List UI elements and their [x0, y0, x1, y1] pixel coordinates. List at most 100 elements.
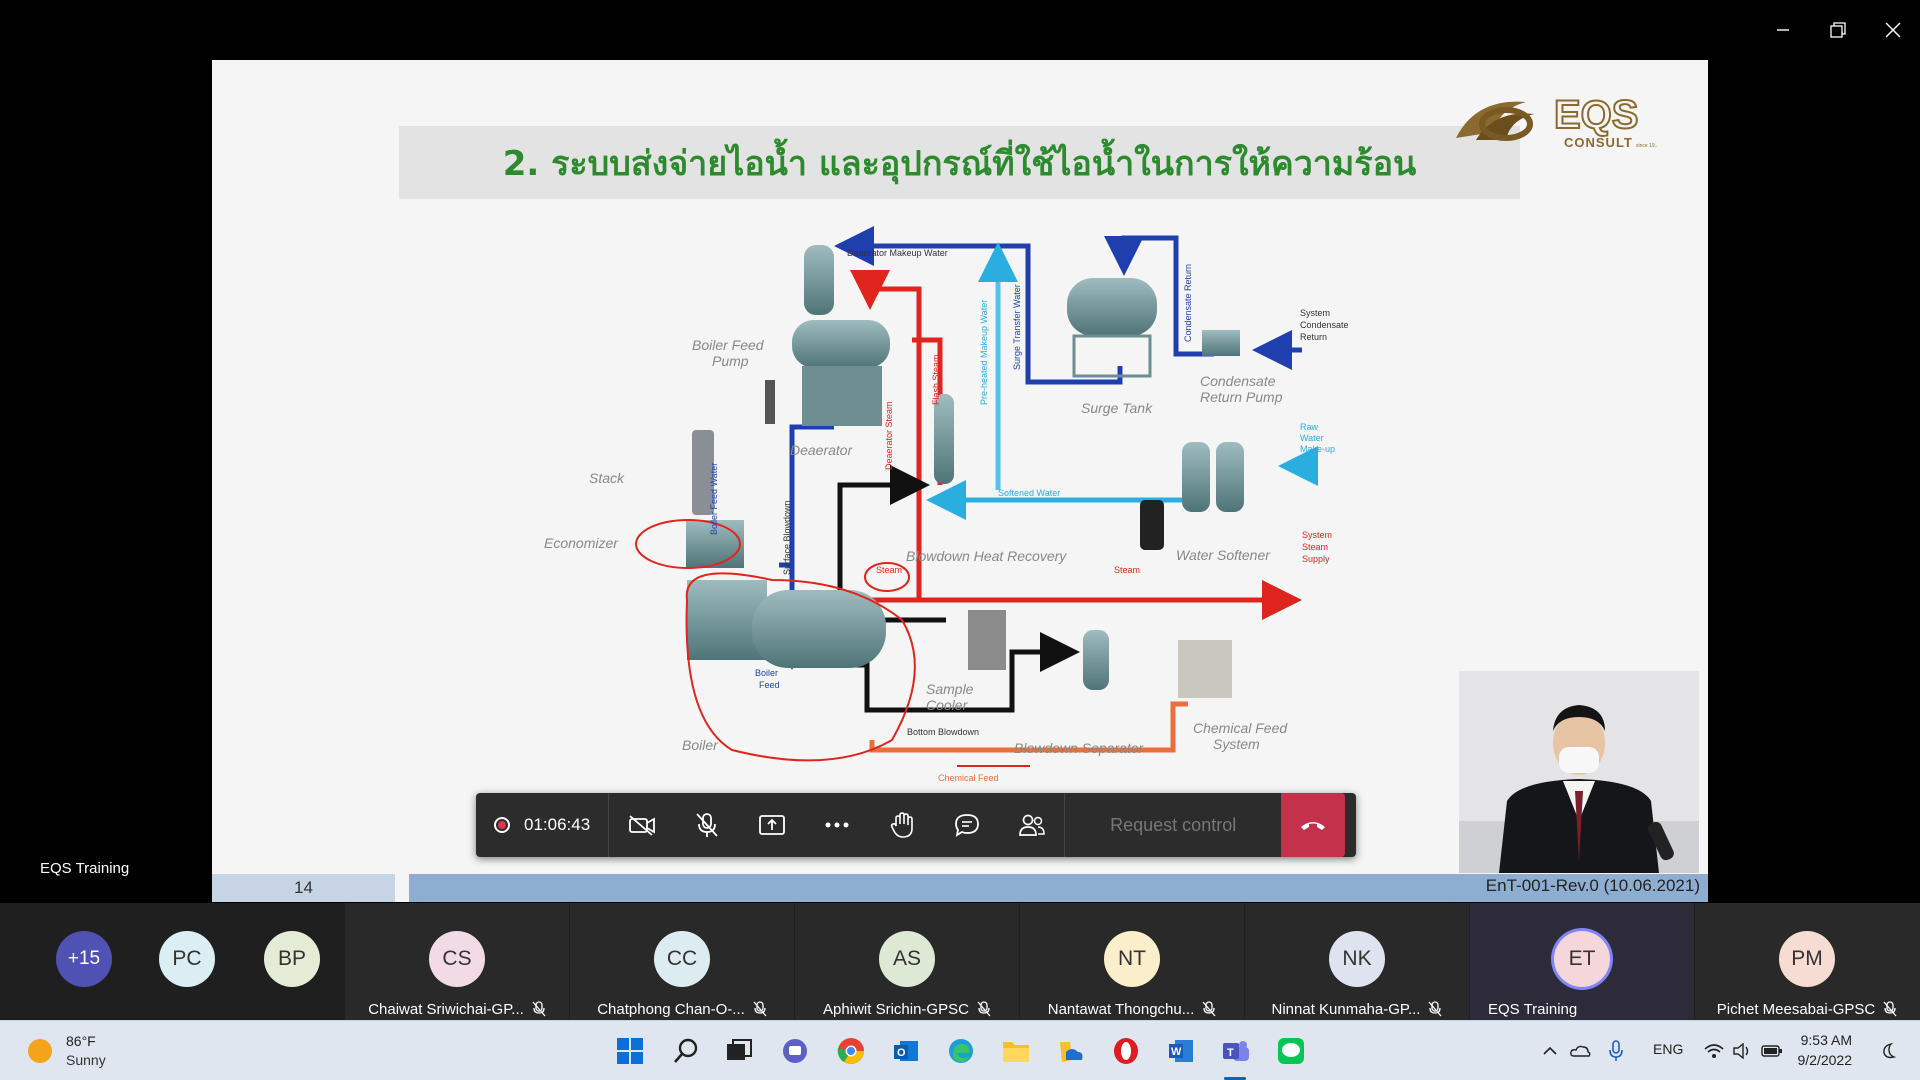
svg-text:Bottom Blowdown: Bottom Blowdown [907, 727, 979, 737]
onedrive-folder-button[interactable] [1055, 1035, 1087, 1067]
slide-footer: 14 EnT-001-Rev.0 (10.06.2021) [212, 874, 1708, 902]
weather-condition[interactable]: Sunny [66, 1052, 106, 1068]
svg-text:Cooler: Cooler [926, 697, 969, 713]
line-button[interactable] [1275, 1035, 1307, 1067]
svg-text:Steam: Steam [876, 565, 902, 575]
participant-tile[interactable]: CS Chaiwat Sriwichai-GP... [345, 903, 569, 1020]
more-participants-button[interactable]: +15 [56, 931, 112, 987]
participants-strip: +15 PC BP CS Chaiwat Sriwichai-GP... CC … [0, 903, 1920, 1020]
mute-button[interactable] [674, 793, 739, 857]
svg-text:Return Pump: Return Pump [1200, 389, 1283, 405]
input-language[interactable]: ENG [1653, 1041, 1683, 1057]
svg-text:Boiler: Boiler [755, 668, 778, 678]
volume-icon[interactable] [1730, 1035, 1754, 1067]
clock-time[interactable]: 9:53 AM [1801, 1032, 1852, 1048]
word-button[interactable]: W [1165, 1035, 1197, 1067]
participant-name: EQS Training [1488, 1000, 1578, 1018]
svg-text:Condensate: Condensate [1300, 320, 1349, 330]
participant-avatar[interactable]: PC [159, 931, 215, 987]
slide-page-number: 14 [212, 874, 395, 902]
search-icon [674, 1038, 698, 1063]
presenter-video[interactable] [1459, 671, 1699, 873]
hand-icon [890, 812, 913, 838]
more-actions-button[interactable] [804, 793, 869, 857]
edge-icon [949, 1039, 973, 1063]
battery-icon[interactable] [1760, 1035, 1784, 1067]
opera-button[interactable] [1110, 1035, 1142, 1067]
mic-off-icon [1883, 1001, 1897, 1017]
hang-up-icon [1301, 822, 1326, 830]
close-icon[interactable] [1870, 14, 1916, 46]
start-button[interactable] [614, 1035, 646, 1067]
svg-text:Boiler Feed Water: Boiler Feed Water [709, 463, 719, 535]
teams-button[interactable]: T [1220, 1035, 1252, 1067]
svg-text:Chemical Feed: Chemical Feed [1193, 720, 1288, 736]
svg-text:Softened Water: Softened Water [998, 488, 1060, 498]
request-control-button[interactable]: Request control [1065, 815, 1281, 836]
svg-text:Surface Blowdown: Surface Blowdown [782, 500, 792, 575]
participant-tile[interactable]: NT Nantawat Thongchu... [1020, 903, 1244, 1020]
svg-text:Flash Steam: Flash Steam [931, 354, 941, 405]
microphone-icon[interactable] [1604, 1035, 1628, 1067]
participant-tile[interactable]: CC Chatphong Chan-O-... [570, 903, 794, 1020]
svg-text:Make-up: Make-up [1300, 444, 1335, 454]
notifications-moon-icon[interactable] [1876, 1035, 1900, 1067]
svg-text:Sample: Sample [926, 681, 974, 697]
line-icon [1278, 1038, 1304, 1064]
leave-call-button[interactable] [1281, 793, 1346, 857]
participant-name: Chaiwat Sriwichai-GP... [368, 1000, 524, 1018]
svg-text:Stack: Stack [589, 470, 625, 486]
clock-date[interactable]: 9/2/2022 [1798, 1052, 1853, 1068]
chat-button[interactable] [934, 793, 999, 857]
mic-off-icon [753, 1001, 767, 1017]
participant-avatar: CS [429, 931, 485, 987]
svg-text:Raw: Raw [1300, 422, 1319, 432]
chat-icon [954, 814, 979, 837]
outlook-button[interactable]: O [890, 1035, 922, 1067]
participant-avatar: PM [1779, 931, 1835, 987]
edge-button[interactable] [945, 1035, 977, 1067]
slide-footer-bar: EnT-001-Rev.0 (10.06.2021) [409, 874, 1708, 902]
camera-off-button[interactable] [609, 793, 674, 857]
file-explorer-button[interactable] [1000, 1035, 1032, 1067]
participant-avatar: NT [1104, 931, 1160, 987]
call-controls-bar: 01:06:43 Request control [476, 793, 1356, 857]
svg-text:O: O [897, 1047, 906, 1059]
svg-text:T: T [1227, 1047, 1234, 1059]
raise-hand-button[interactable] [869, 793, 934, 857]
participant-avatar[interactable]: BP [264, 931, 320, 987]
restore-icon[interactable] [1815, 14, 1861, 46]
onedrive-cloud-icon[interactable] [1568, 1035, 1592, 1067]
mic-off-icon [1202, 1001, 1216, 1017]
wifi-icon[interactable] [1702, 1035, 1726, 1067]
chat-app-button[interactable] [779, 1035, 811, 1067]
chrome-button[interactable] [835, 1035, 867, 1067]
opera-icon [1114, 1038, 1138, 1064]
svg-text:Condensate Return: Condensate Return [1183, 264, 1193, 342]
svg-text:Water Softener: Water Softener [1176, 547, 1271, 563]
teams-meeting-window: 2. ระบบส่งจ่ายไอน้ำ และอุปกรณ์ที่ใช้ไอน้… [0, 0, 1920, 1080]
show-hidden-icons-button[interactable] [1538, 1035, 1562, 1067]
camera-off-icon [628, 815, 655, 836]
call-timer: 01:06:43 [524, 815, 591, 834]
weather-temperature[interactable]: 86°F [66, 1033, 96, 1049]
participant-name: Aphiwit Srichin-GPSC [823, 1000, 969, 1018]
participant-avatar: ET [1554, 931, 1610, 987]
participant-tile-active[interactable]: ET EQS Training [1470, 903, 1694, 1020]
weather-sun-icon[interactable] [24, 1035, 56, 1067]
task-view-button[interactable] [723, 1035, 755, 1067]
participant-tile[interactable]: PM Pichet Meesabai-GPSC [1695, 903, 1920, 1020]
svg-text:Pre-heated Makeup Water: Pre-heated Makeup Water [979, 300, 989, 405]
share-screen-button[interactable] [739, 793, 804, 857]
participant-name: Nantawat Thongchu... [1047, 1000, 1195, 1018]
share-tray-icon [758, 815, 785, 835]
search-button[interactable] [670, 1035, 702, 1067]
participant-tile[interactable]: AS Aphiwit Srichin-GPSC [795, 903, 1019, 1020]
participant-name: Ninnat Kunmaha-GP... [1271, 1000, 1421, 1018]
ellipsis-icon [825, 822, 849, 828]
folder-icon [1060, 1042, 1083, 1062]
mic-off-icon [1428, 1001, 1442, 1017]
participant-tile[interactable]: NK Ninnat Kunmaha-GP... [1245, 903, 1469, 1020]
minimize-icon[interactable] [1760, 14, 1806, 46]
participants-button[interactable] [999, 793, 1064, 857]
